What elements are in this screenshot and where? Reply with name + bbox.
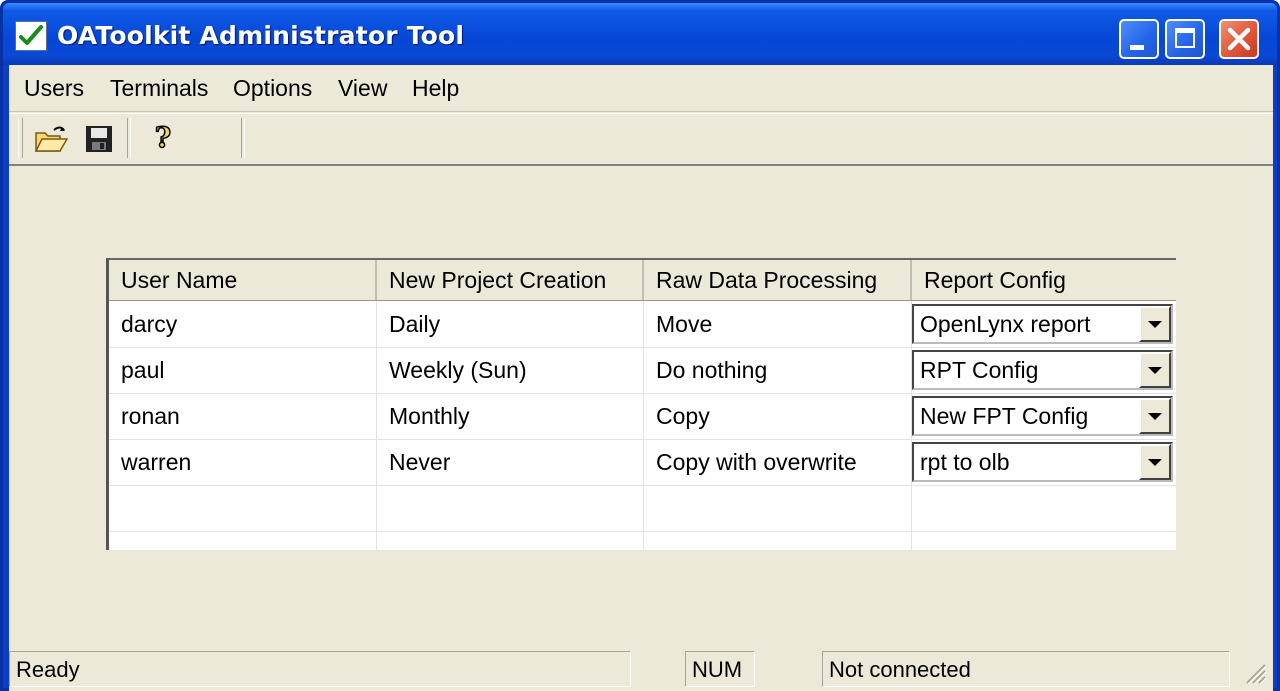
empty-cell[interactable] bbox=[912, 531, 1176, 550]
cell-new-project-creation[interactable]: Monthly bbox=[377, 393, 644, 439]
menu-view[interactable]: View bbox=[332, 65, 393, 111]
report-config-value: New FPT Config bbox=[920, 403, 1089, 429]
grid-header: User Name New Project Creation Raw Data … bbox=[109, 260, 1176, 301]
cell-user-name[interactable]: warren bbox=[109, 439, 377, 485]
status-bar: Ready NUM Not connected bbox=[9, 647, 1273, 691]
title-bar[interactable]: OAToolkit Administrator Tool bbox=[3, 3, 1277, 65]
cell-raw-data-processing[interactable]: Copy with overwrite bbox=[644, 439, 912, 485]
chevron-down-icon bbox=[1148, 412, 1162, 420]
menu-options[interactable]: Options bbox=[227, 65, 318, 111]
empty-cell[interactable] bbox=[109, 485, 377, 531]
table-row[interactable]: warren Never Copy with overwrite rpt to … bbox=[109, 439, 1176, 486]
toolbar: ? bbox=[9, 113, 1273, 165]
open-folder-button[interactable] bbox=[33, 121, 69, 157]
chevron-down-icon bbox=[1148, 458, 1162, 466]
dropdown-button[interactable] bbox=[1139, 398, 1171, 434]
report-config-dropdown[interactable]: OpenLynx report bbox=[912, 304, 1173, 344]
header-raw-data-processing[interactable]: Raw Data Processing bbox=[644, 260, 912, 300]
dropdown-button[interactable] bbox=[1139, 306, 1171, 342]
status-text: Ready bbox=[9, 651, 631, 687]
checkmark-app-icon bbox=[15, 21, 47, 51]
minimize-icon bbox=[1130, 45, 1144, 50]
empty-row[interactable] bbox=[109, 485, 1176, 532]
cell-new-project-creation[interactable]: Weekly (Sun) bbox=[377, 347, 644, 393]
help-icon: ? bbox=[154, 123, 172, 155]
app-window: OAToolkit Administrator Tool Users Termi… bbox=[0, 0, 1280, 691]
menu-users[interactable]: Users bbox=[18, 65, 90, 111]
table-row[interactable]: ronan Monthly Copy New FPT Config bbox=[109, 393, 1176, 440]
report-config-value: OpenLynx report bbox=[920, 311, 1091, 337]
toolbar-separator bbox=[127, 118, 131, 158]
empty-cell[interactable] bbox=[377, 531, 644, 550]
empty-row[interactable] bbox=[109, 531, 1176, 550]
report-config-value: rpt to olb bbox=[920, 449, 1010, 475]
empty-cell[interactable] bbox=[377, 485, 644, 531]
report-config-dropdown[interactable]: rpt to olb bbox=[912, 442, 1173, 482]
cell-user-name[interactable]: paul bbox=[109, 347, 377, 393]
header-user-name[interactable]: User Name bbox=[109, 260, 377, 300]
empty-cell[interactable] bbox=[109, 531, 377, 550]
cell-new-project-creation[interactable]: Daily bbox=[377, 301, 644, 347]
open-folder-icon bbox=[34, 126, 68, 152]
close-button[interactable] bbox=[1219, 19, 1259, 59]
help-button[interactable]: ? bbox=[145, 121, 181, 157]
minimize-button[interactable] bbox=[1119, 19, 1159, 59]
empty-cell[interactable] bbox=[644, 531, 912, 550]
empty-cell[interactable] bbox=[912, 485, 1176, 531]
workspace: User Name New Project Creation Raw Data … bbox=[9, 164, 1273, 648]
cell-user-name[interactable]: ronan bbox=[109, 393, 377, 439]
dropdown-button[interactable] bbox=[1139, 352, 1171, 388]
save-disk-icon bbox=[86, 126, 112, 152]
cell-raw-data-processing[interactable]: Do nothing bbox=[644, 347, 912, 393]
menu-terminals[interactable]: Terminals bbox=[104, 65, 214, 111]
dropdown-button[interactable] bbox=[1139, 444, 1171, 480]
table-row[interactable]: paul Weekly (Sun) Do nothing RPT Config bbox=[109, 347, 1176, 394]
svg-text:?: ? bbox=[155, 123, 171, 154]
chevron-down-icon bbox=[1148, 320, 1162, 328]
users-grid: User Name New Project Creation Raw Data … bbox=[106, 258, 1176, 550]
header-report-config[interactable]: Report Config bbox=[912, 260, 1176, 300]
close-icon bbox=[1227, 27, 1251, 51]
cell-raw-data-processing[interactable]: Move bbox=[644, 301, 912, 347]
cell-raw-data-processing[interactable]: Copy bbox=[644, 393, 912, 439]
report-config-dropdown[interactable]: New FPT Config bbox=[912, 396, 1173, 436]
report-config-value: RPT Config bbox=[920, 357, 1039, 383]
resize-grip-icon[interactable] bbox=[1241, 659, 1267, 685]
report-config-dropdown[interactable]: RPT Config bbox=[912, 350, 1173, 390]
header-new-project-creation[interactable]: New Project Creation bbox=[377, 260, 644, 300]
client-area: Users Terminals Options View Help ? User… bbox=[9, 65, 1273, 691]
cell-new-project-creation[interactable]: Never bbox=[377, 439, 644, 485]
connection-status: Not connected bbox=[822, 651, 1230, 687]
cell-user-name[interactable]: darcy bbox=[109, 301, 377, 347]
menu-help[interactable]: Help bbox=[406, 65, 465, 111]
menu-bar: Users Terminals Options View Help bbox=[9, 65, 1273, 112]
table-row[interactable]: darcy Daily Move OpenLynx report bbox=[109, 301, 1176, 348]
save-button[interactable] bbox=[81, 121, 117, 157]
maximize-icon bbox=[1175, 28, 1195, 48]
toolbar-separator-2 bbox=[241, 118, 245, 158]
num-lock-indicator: NUM bbox=[685, 651, 755, 687]
empty-cell[interactable] bbox=[644, 485, 912, 531]
window-title: OAToolkit Administrator Tool bbox=[57, 21, 465, 50]
toolbar-grip[interactable] bbox=[18, 118, 23, 158]
chevron-down-icon bbox=[1148, 366, 1162, 374]
maximize-button[interactable] bbox=[1165, 19, 1205, 59]
